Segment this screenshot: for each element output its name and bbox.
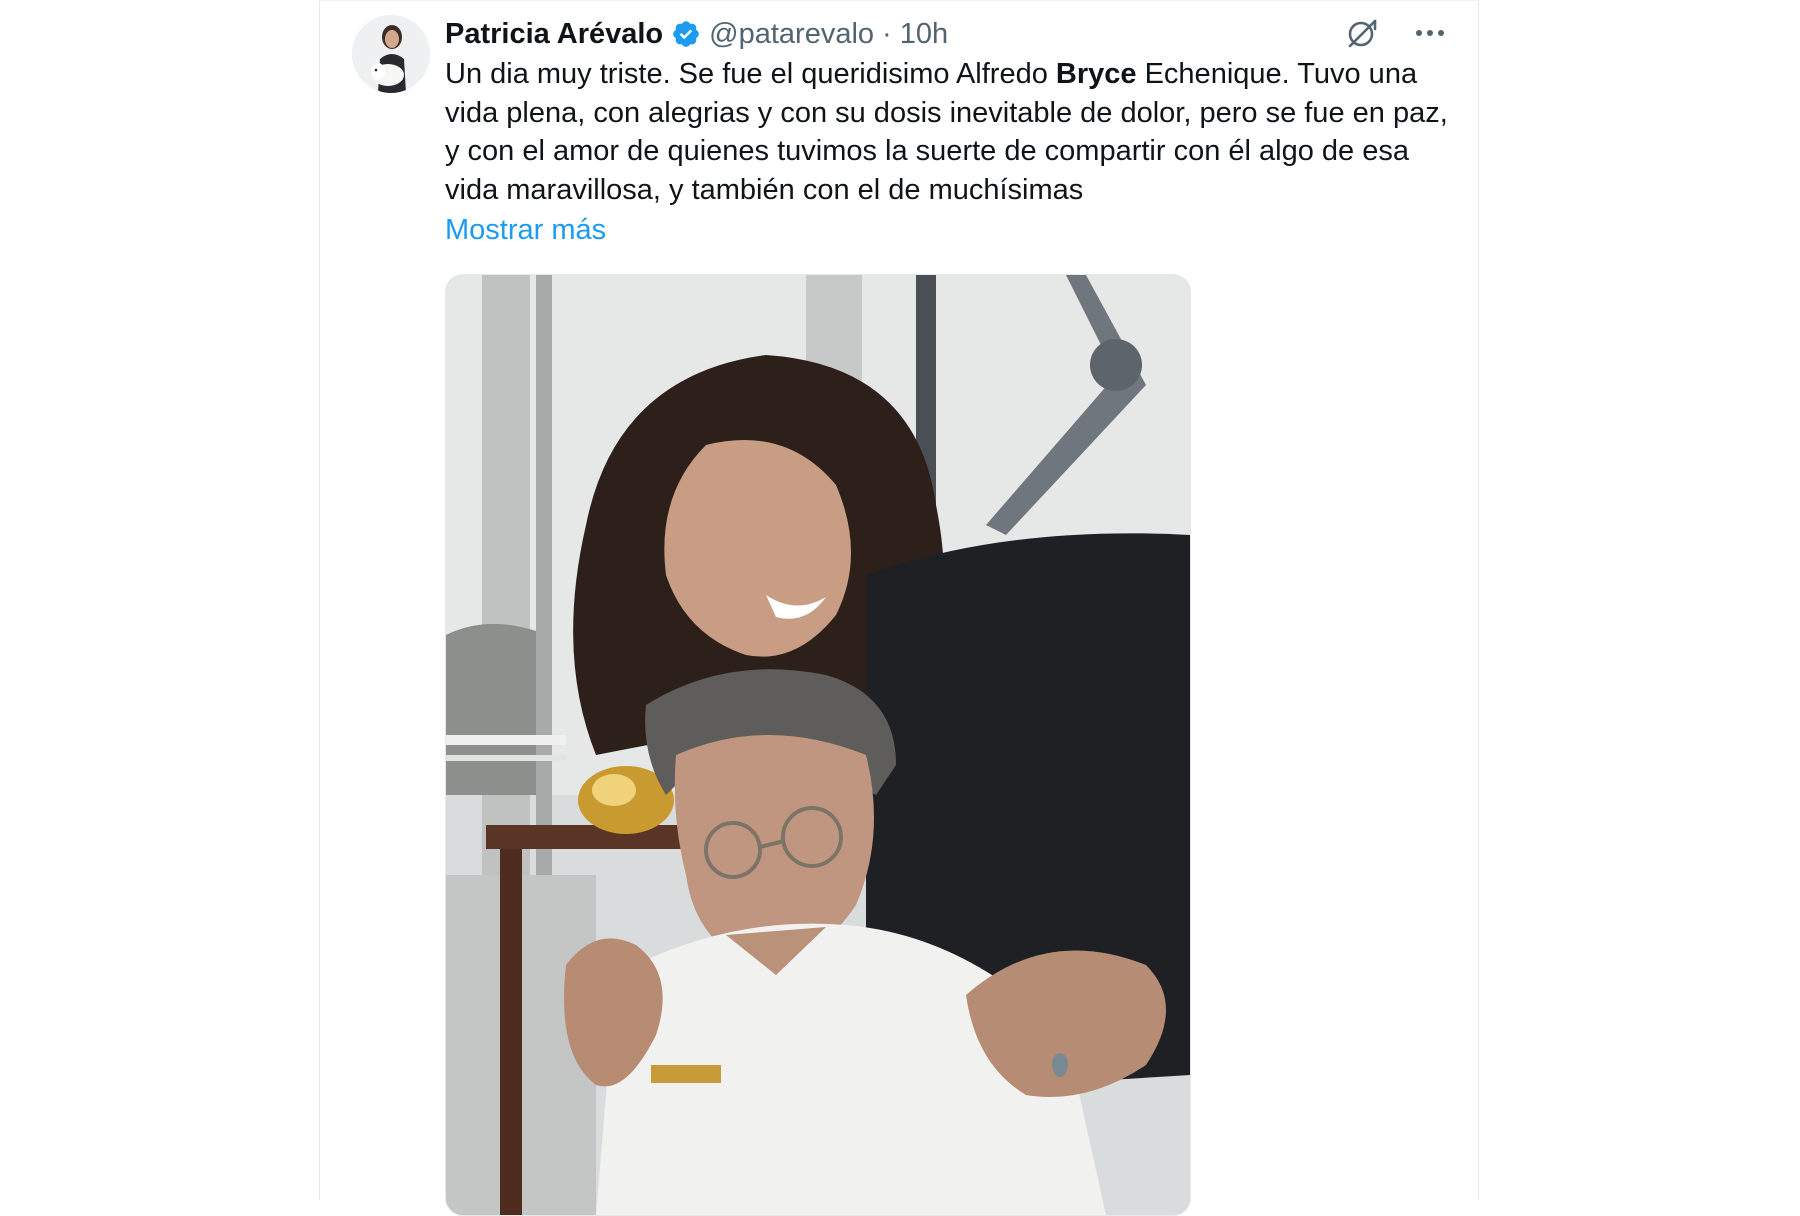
tweet-text-bold: Bryce [1055,58,1137,90]
grok-icon[interactable] [1342,13,1382,53]
avatar[interactable] [352,15,430,93]
verified-badge-icon [671,19,701,49]
tweet-photo[interactable] [445,274,1191,1216]
show-more-link[interactable]: Mostrar más [445,211,606,249]
display-name[interactable]: Patricia Arévalo [445,18,663,51]
more-options-icon[interactable] [1410,13,1450,53]
author-handle[interactable]: @patarevalo [709,18,874,51]
tweet-header: Patricia Arévalo @patarevalo · 10h [445,13,948,55]
tweet-actions [1342,13,1450,53]
timestamp[interactable]: 10h [900,18,948,51]
tweet-text-part1: Un dia muy triste. Se fue el queridisimo… [445,58,1056,90]
tweet-card[interactable]: Patricia Arévalo @patarevalo · 10h Un di… [319,0,1479,1216]
separator-dot: · [882,17,892,50]
tweet-text: Un dia muy triste. Se fue el queridisimo… [445,55,1455,209]
